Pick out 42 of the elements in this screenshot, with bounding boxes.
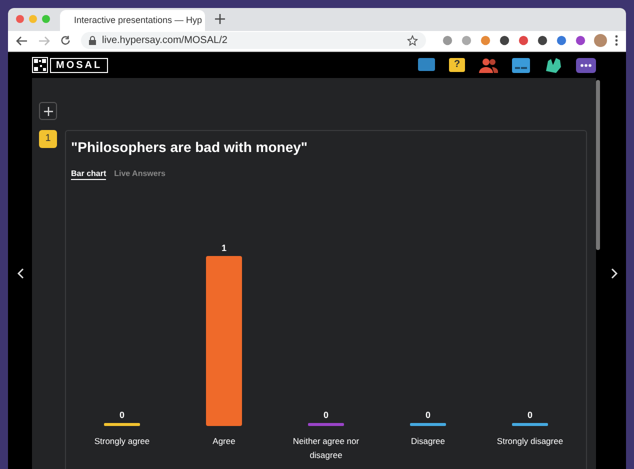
question-title: "Philosophers are bad with money" [71, 139, 309, 155]
view-tab[interactable]: Live Answers [114, 169, 166, 180]
question-button[interactable]: ? [449, 58, 465, 72]
people-icon[interactable] [479, 58, 498, 72]
logo-text: MOSAL [50, 58, 108, 72]
view-tab[interactable]: Bar chart [71, 169, 106, 180]
plus-icon [44, 106, 52, 116]
new-tab-icon[interactable] [215, 14, 225, 24]
extension-icon[interactable] [537, 35, 548, 46]
value-label: 0 [324, 410, 328, 420]
category-label: Agree [212, 435, 236, 448]
slide-number-badge: 1 [39, 130, 57, 148]
scrollbar-thumb[interactable] [596, 80, 600, 250]
logo-icon [32, 57, 48, 73]
avatar-icon[interactable] [594, 34, 607, 48]
menu-icon[interactable] [615, 35, 618, 46]
reload-icon[interactable] [60, 35, 71, 46]
add-button[interactable] [39, 102, 57, 120]
star-icon[interactable] [407, 35, 418, 46]
category-label: Disagree [410, 435, 446, 448]
value-label: 1 [222, 243, 226, 253]
next-slide-icon[interactable] [610, 268, 618, 279]
value-label: 0 [120, 410, 124, 420]
category-label: Strongly disagree [496, 435, 564, 448]
extension-icon[interactable] [556, 35, 567, 46]
extension-icon[interactable] [499, 35, 510, 46]
extension-icon[interactable] [518, 35, 529, 46]
previous-slide-icon[interactable] [16, 268, 24, 279]
address-field[interactable]: live.hypersay.com/MOSAL/2 [81, 32, 426, 50]
value-label: 0 [528, 410, 532, 420]
category-label: Neither agree nor disagree [292, 435, 360, 462]
value-label: 0 [426, 410, 430, 420]
subtitles-icon[interactable] [512, 58, 530, 72]
lock-icon [89, 36, 96, 46]
hands-icon[interactable] [544, 57, 562, 73]
screen-icon[interactable] [418, 58, 435, 72]
browser-tab[interactable]: Interactive presentations — Hyp [60, 10, 205, 31]
more-icon[interactable] [576, 58, 596, 72]
back-icon[interactable] [16, 36, 28, 46]
close-window-button[interactable] [16, 15, 24, 24]
extension-icon[interactable] [575, 35, 586, 46]
category-label: Strongly agree [93, 435, 151, 448]
